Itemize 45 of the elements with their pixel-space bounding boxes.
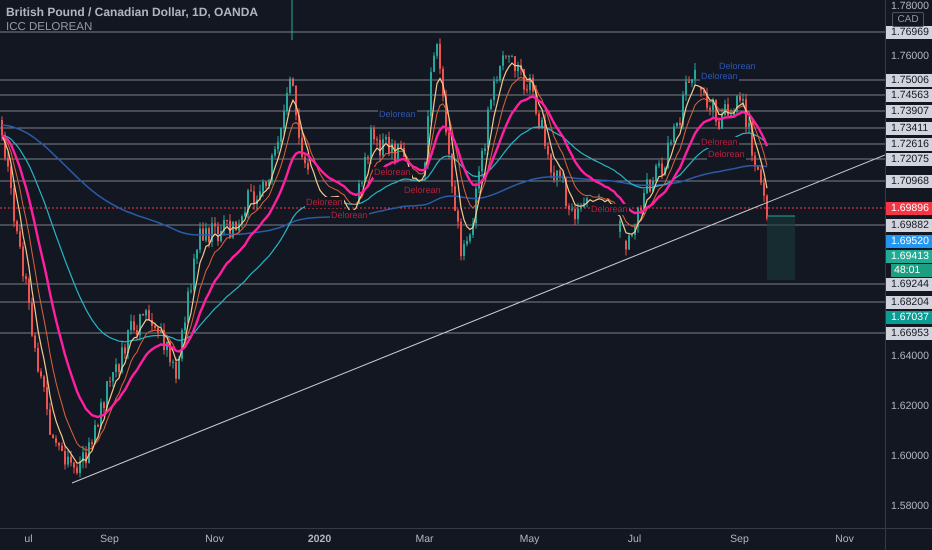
signal-label: Delorean [707,149,746,160]
signal-label: Delorean [330,210,369,221]
price-tag: 1.69413 [886,250,932,263]
price-tag: 1.74563 [886,89,932,102]
price-tick-label: 1.60000 [890,450,930,463]
time-axis-label: May [518,532,540,547]
price-tag: 1.69520 [886,235,932,248]
price-tick-label: 1.58000 [890,500,930,513]
price-tag: 1.66953 [886,327,932,340]
price-tag: 1.75006 [886,74,932,87]
time-axis-label: Nov [204,532,225,547]
signal-label: Delorean [305,197,344,208]
signal-label: Delorean [378,109,417,120]
time-axis-label: ul [23,532,34,547]
time-axis-label: 2020 [306,532,332,547]
price-tag: 1.73411 [886,122,932,135]
time-axis-label: Sep [729,532,750,547]
time-axis-label: Mar [414,532,435,547]
signal-label: Delorean [590,204,629,215]
price-tag: 1.69896 [886,202,932,215]
currency-label[interactable]: CAD [892,12,924,27]
price-tag: 1.76969 [886,26,932,39]
price-tag: 1.72075 [886,153,932,166]
time-axis-label: Sep [99,532,120,547]
time-axis-label: Jul [626,532,642,547]
price-tag: 1.69244 [886,278,932,291]
time-axis-label: Nov [834,532,855,547]
price-tag: 1.69882 [886,219,932,232]
price-tick-label: 1.76000 [890,50,930,63]
price-tag: 1.73907 [886,105,932,118]
price-tag: 48:01 [891,264,932,277]
price-tick-label: 1.78000 [890,0,930,13]
signal-label: Delorean [700,137,739,148]
signal-label: Delorean [700,71,739,82]
chart-title: British Pound / Canadian Dollar, 1D, OANDA [6,4,258,20]
indicator-name: ICC DELOREAN [6,20,94,35]
price-tag: 1.67037 [886,311,932,324]
price-tag: 1.70968 [886,175,932,188]
price-tag: 1.72616 [886,138,932,151]
price-tick-label: 1.64000 [890,350,930,363]
price-tick-label: 1.62000 [890,400,930,413]
signal-label: Delorean [718,61,757,72]
price-tag: 1.68204 [886,296,932,309]
signal-label: Delorean [373,167,412,178]
signal-label: Delorean [403,185,442,196]
